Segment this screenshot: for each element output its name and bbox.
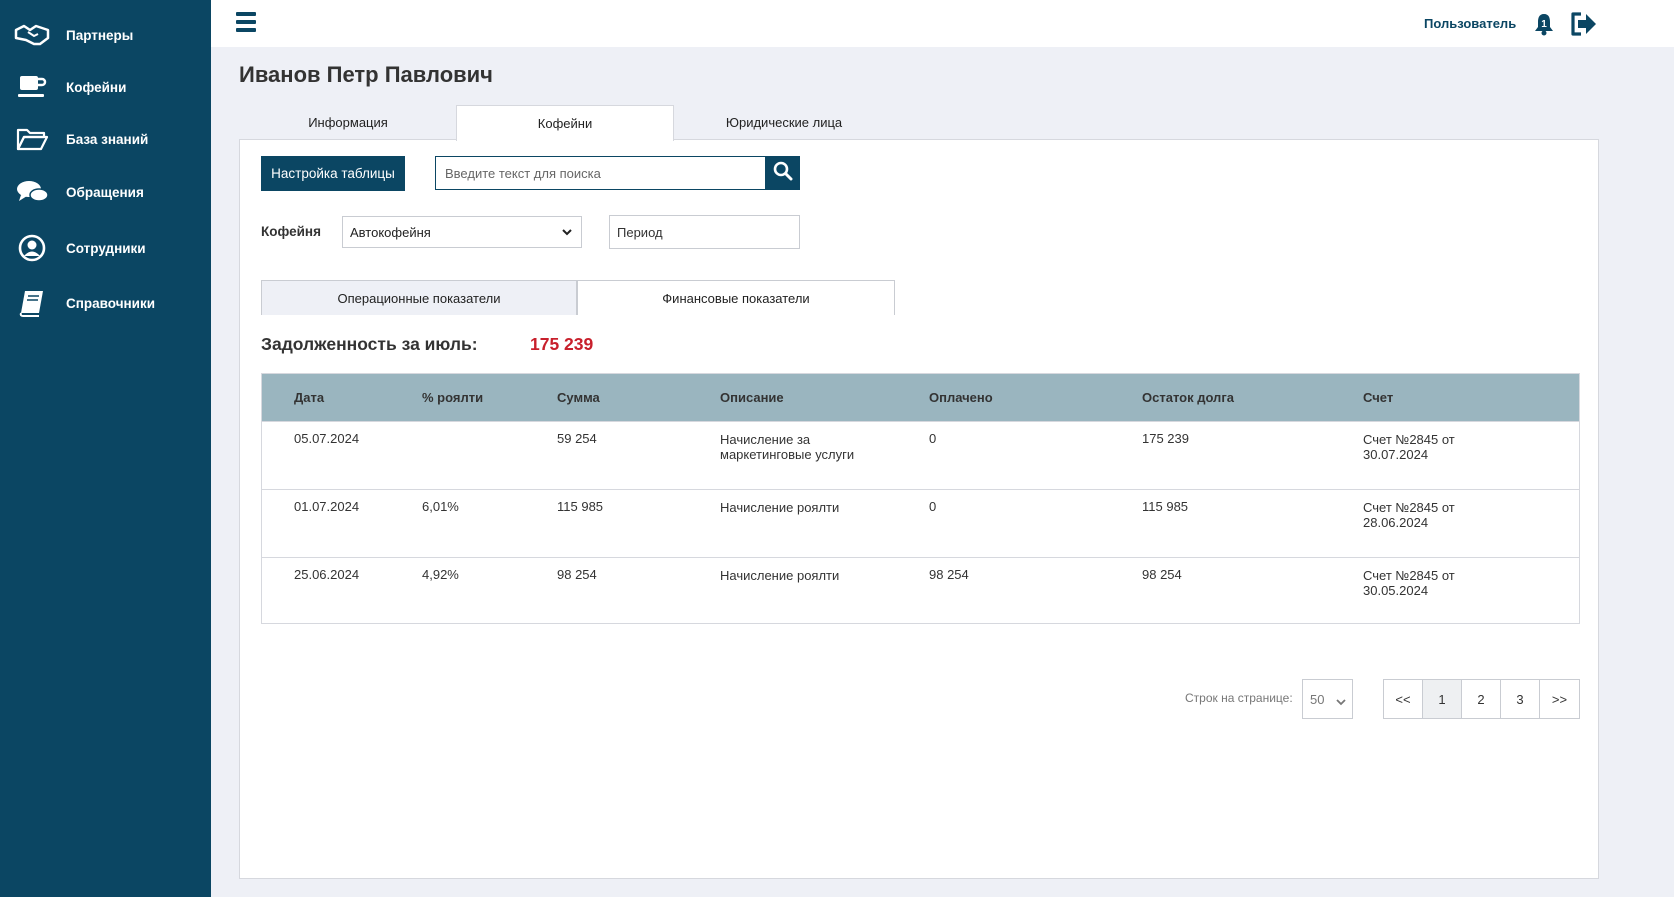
cell-date: 25.06.2024 xyxy=(294,567,360,582)
column-header-paid[interactable]: Оплачено xyxy=(929,390,993,405)
chevron-down-icon xyxy=(1336,695,1346,710)
cell-date: 05.07.2024 xyxy=(294,431,360,446)
cell-royalty: 6,01% xyxy=(422,499,459,514)
menu-icon[interactable] xyxy=(236,12,256,34)
cell-invoice-line: 28.06.2024 xyxy=(1363,515,1429,530)
book-icon xyxy=(14,288,50,318)
table-row[interactable]: 25.06.2024 4,92% 98 254 Начисление роялт… xyxy=(262,557,1579,625)
table-header: Дата % роялти Сумма Описание Оплачено Ос… xyxy=(262,374,1579,421)
cell-paid: 0 xyxy=(929,431,937,446)
sidebar-item-coffee-shops[interactable]: Кофейни xyxy=(0,67,211,107)
tab-legal-entities[interactable]: Юридические лица xyxy=(675,105,893,140)
debt-label: Задолженность за июль: xyxy=(261,334,478,354)
sidebar-item-label: Сотрудники xyxy=(66,240,146,256)
finance-table: Дата % роялти Сумма Описание Оплачено Ос… xyxy=(261,373,1580,624)
column-header-invoice[interactable]: Счет xyxy=(1363,390,1393,405)
coffee-cup-icon xyxy=(14,72,50,102)
sidebar-item-requests[interactable]: Обращения xyxy=(0,172,211,212)
cell-invoice-line: 30.07.2024 xyxy=(1363,447,1429,462)
chevron-down-icon xyxy=(561,226,573,241)
first-page-button[interactable]: << xyxy=(1384,680,1423,718)
cell-invoice: Счет №2845 от 30.07.2024 xyxy=(1363,432,1455,462)
cell-sum: 115 985 xyxy=(557,499,604,514)
cell-date: 01.07.2024 xyxy=(294,499,360,514)
cell-sum: 59 254 xyxy=(557,431,597,446)
user-circle-icon xyxy=(14,233,50,263)
debt-value: 175 239 xyxy=(530,334,594,354)
sidebar-item-partners[interactable]: Партнеры xyxy=(0,15,211,55)
coffee-shop-select[interactable]: Автокофейня xyxy=(342,216,582,248)
search-icon xyxy=(773,161,793,186)
sidebar-item-label: Партнеры xyxy=(66,27,134,43)
cell-royalty: 4,92% xyxy=(422,567,459,582)
coffee-shop-filter-label: Кофейня xyxy=(261,224,321,239)
page-button-1[interactable]: 1 xyxy=(1423,680,1462,718)
tab-financial-metrics[interactable]: Финансовые показатели xyxy=(577,280,895,315)
page-title: Иванов Петр Павлович xyxy=(239,62,493,87)
cell-description: Начисление роялти xyxy=(720,500,840,515)
rows-per-page-value: 50 xyxy=(1310,691,1325,707)
rows-per-page-label: Строк на странице: xyxy=(1185,691,1293,705)
sidebar-item-label: Обращения xyxy=(66,184,144,200)
cell-invoice: Счет №2845 от 30.05.2024 xyxy=(1363,568,1455,598)
table-row[interactable]: 05.07.2024 59 254 Начисление за маркетин… xyxy=(262,421,1579,489)
notification-count: 1 xyxy=(1541,19,1547,30)
column-header-debt-rest[interactable]: Остаток долга xyxy=(1142,390,1234,405)
cell-description-line: маркетинговые услуги xyxy=(720,447,855,462)
user-menu-link[interactable]: Пользователь xyxy=(1424,16,1516,31)
table-settings-button[interactable]: Настройка таблицы xyxy=(261,156,405,191)
tab-operational-metrics[interactable]: Операционные показатели xyxy=(261,280,577,315)
sidebar-item-label: База знаний xyxy=(66,131,149,147)
cell-description: Начисление роялти xyxy=(720,568,840,583)
cell-description: Начисление за маркетинговые услуги xyxy=(720,432,854,462)
sidebar-item-label: Справочники xyxy=(66,295,156,311)
folder-icon xyxy=(14,124,50,154)
cell-debt-rest: 175 239 xyxy=(1142,431,1189,446)
coffee-shop-select-value: Автокофейня xyxy=(350,224,431,240)
table-row[interactable]: 01.07.2024 6,01% 115 985 Начисление роял… xyxy=(262,489,1579,557)
page-button-2[interactable]: 2 xyxy=(1462,680,1501,718)
column-header-royalty[interactable]: % роялти xyxy=(422,390,483,405)
cell-invoice-line: Счет №2845 от xyxy=(1363,432,1455,447)
column-header-description[interactable]: Описание xyxy=(720,390,784,405)
cell-description-line: Начисление за xyxy=(720,432,811,447)
search-input[interactable] xyxy=(435,156,766,190)
sidebar-item-knowledge-base[interactable]: База знаний xyxy=(0,119,211,159)
cell-debt-rest: 98 254 xyxy=(1142,567,1182,582)
cell-invoice-line: Счет №2845 от xyxy=(1363,568,1455,583)
top-bar: Пользователь 1 xyxy=(211,0,1674,47)
cell-sum: 98 254 xyxy=(557,567,597,582)
cell-invoice: Счет №2845 от 28.06.2024 xyxy=(1363,500,1455,530)
sidebar-item-employees[interactable]: Сотрудники xyxy=(0,228,211,268)
chat-icon xyxy=(14,177,50,207)
search-button[interactable] xyxy=(765,156,800,190)
tab-information[interactable]: Информация xyxy=(239,105,457,140)
cell-debt-rest: 115 985 xyxy=(1142,499,1189,514)
handshake-icon xyxy=(14,20,50,50)
sidebar-item-directories[interactable]: Справочники xyxy=(0,283,211,323)
sidebar: Партнеры Кофейни База знаний Обращения С… xyxy=(0,0,211,897)
cell-invoice-line: Счет №2845 от xyxy=(1363,500,1455,515)
period-input[interactable] xyxy=(609,215,800,249)
sidebar-item-label: Кофейни xyxy=(66,79,127,95)
cell-invoice-line: 30.05.2024 xyxy=(1363,583,1429,598)
column-header-sum[interactable]: Сумма xyxy=(557,390,600,405)
tab-coffee-shops[interactable]: Кофейни xyxy=(456,105,674,141)
page-button-3[interactable]: 3 xyxy=(1501,680,1540,718)
column-header-date[interactable]: Дата xyxy=(294,390,324,405)
rows-per-page-select[interactable]: 50 xyxy=(1302,679,1353,719)
cell-paid: 98 254 xyxy=(929,567,969,582)
cell-paid: 0 xyxy=(929,499,937,514)
last-page-button[interactable]: >> xyxy=(1540,680,1579,718)
logout-icon[interactable] xyxy=(1569,11,1599,37)
bell-icon[interactable]: 1 xyxy=(1533,12,1555,36)
pagination: << 1 2 3 >> xyxy=(1383,679,1580,719)
